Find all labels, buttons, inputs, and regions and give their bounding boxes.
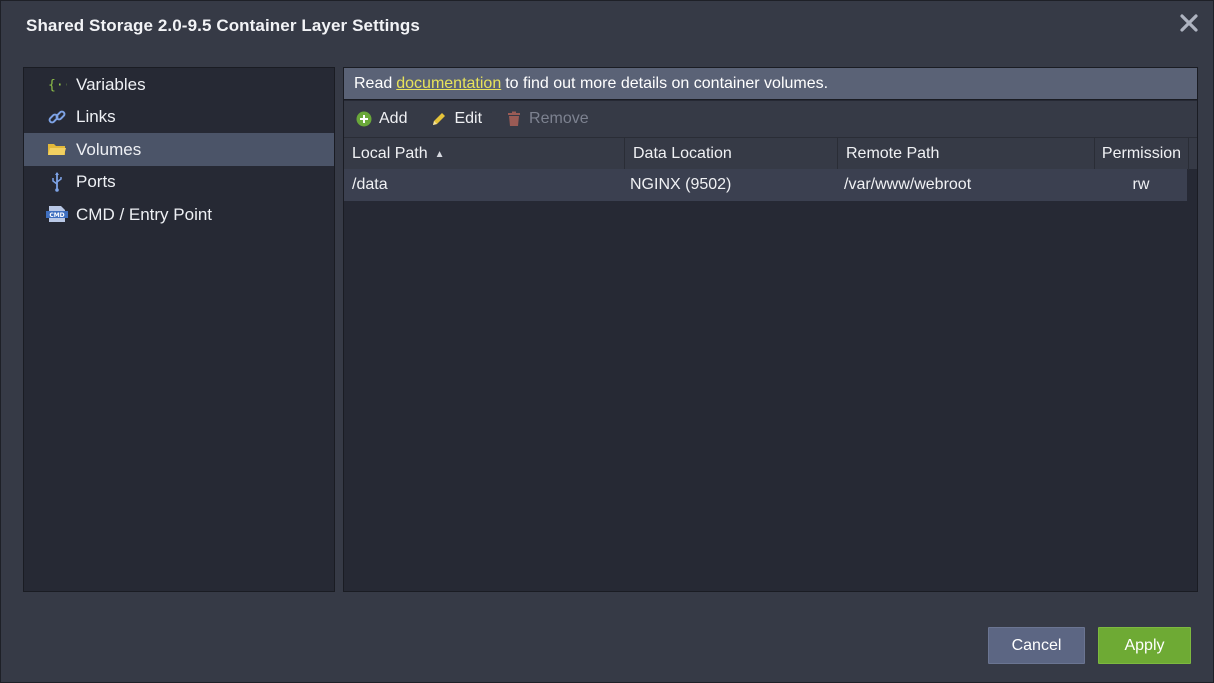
- column-label: Remote Path: [846, 145, 940, 162]
- remove-button[interactable]: Remove: [506, 110, 589, 128]
- sidebar-item-label: Ports: [76, 172, 116, 192]
- add-button[interactable]: Add: [356, 110, 407, 128]
- sidebar-item-label: Links: [76, 107, 116, 127]
- column-header-remote-path[interactable]: Remote Path: [838, 138, 1095, 170]
- edit-label: Edit: [454, 110, 483, 127]
- pencil-icon: [431, 111, 447, 127]
- sidebar-item-cmd-entry-point[interactable]: CMD CMD / Entry Point: [24, 198, 334, 231]
- svg-text:CMD: CMD: [49, 212, 64, 219]
- notice-suffix: to find out more details on container vo…: [505, 74, 829, 92]
- documentation-link[interactable]: documentation: [396, 75, 501, 93]
- sidebar-item-volumes[interactable]: Volumes: [24, 133, 334, 166]
- column-header-permission[interactable]: Permission: [1095, 138, 1189, 170]
- cell-remote-path: /var/www/webroot: [844, 176, 972, 193]
- sort-ascending-icon: ▲: [434, 148, 445, 160]
- documentation-notice: Read documentation to find out more deta…: [344, 68, 1197, 100]
- sidebar-item-links[interactable]: Links: [24, 101, 334, 134]
- container-settings-dialog: Shared Storage 2.0-9.5 Container Layer S…: [0, 0, 1214, 683]
- column-label: Data Location: [633, 145, 732, 162]
- braces-icon: {··}: [46, 74, 68, 94]
- svg-text:{··}: {··}: [48, 78, 67, 93]
- notice-prefix: Read: [354, 74, 393, 92]
- close-icon: [1180, 14, 1198, 32]
- volumes-table-header: Local Path ▲ Data Location Remote Path P…: [344, 137, 1197, 170]
- dialog-title: Shared Storage 2.0-9.5 Container Layer S…: [26, 16, 420, 35]
- edit-button[interactable]: Edit: [431, 110, 482, 128]
- sidebar-item-label: CMD / Entry Point: [76, 204, 213, 224]
- add-label: Add: [379, 110, 408, 127]
- cell-local-path: /data: [352, 176, 388, 193]
- sidebar-item-variables[interactable]: {··} Variables: [24, 68, 334, 101]
- cell-data-location: NGINX (9502): [630, 176, 732, 193]
- volumes-toolbar: Add Edit Remove: [344, 101, 1197, 137]
- settings-sidebar: {··} Variables Links Volumes: [23, 67, 335, 592]
- close-button[interactable]: [1177, 11, 1201, 35]
- column-label: Local Path: [352, 145, 428, 162]
- column-header-local-path[interactable]: Local Path ▲: [344, 138, 625, 170]
- cmd-icon: CMD: [46, 204, 68, 224]
- table-row[interactable]: /data NGINX (9502) /var/www/webroot rw: [344, 169, 1187, 201]
- remove-label: Remove: [529, 110, 589, 127]
- add-circle-icon: [356, 111, 372, 127]
- cancel-button[interactable]: Cancel: [988, 627, 1085, 664]
- usb-port-icon: [46, 171, 68, 192]
- trash-icon: [506, 111, 522, 127]
- apply-button[interactable]: Apply: [1098, 627, 1191, 664]
- folder-icon: [46, 139, 68, 159]
- column-label: Permission: [1101, 145, 1182, 162]
- column-header-data-location[interactable]: Data Location: [625, 138, 838, 170]
- link-icon: [46, 107, 68, 127]
- sidebar-item-label: Variables: [76, 74, 146, 94]
- cell-permission: rw: [1132, 176, 1150, 193]
- sidebar-item-label: Volumes: [76, 139, 142, 159]
- volumes-panel: Read documentation to find out more deta…: [343, 67, 1198, 592]
- sidebar-item-ports[interactable]: Ports: [24, 166, 334, 199]
